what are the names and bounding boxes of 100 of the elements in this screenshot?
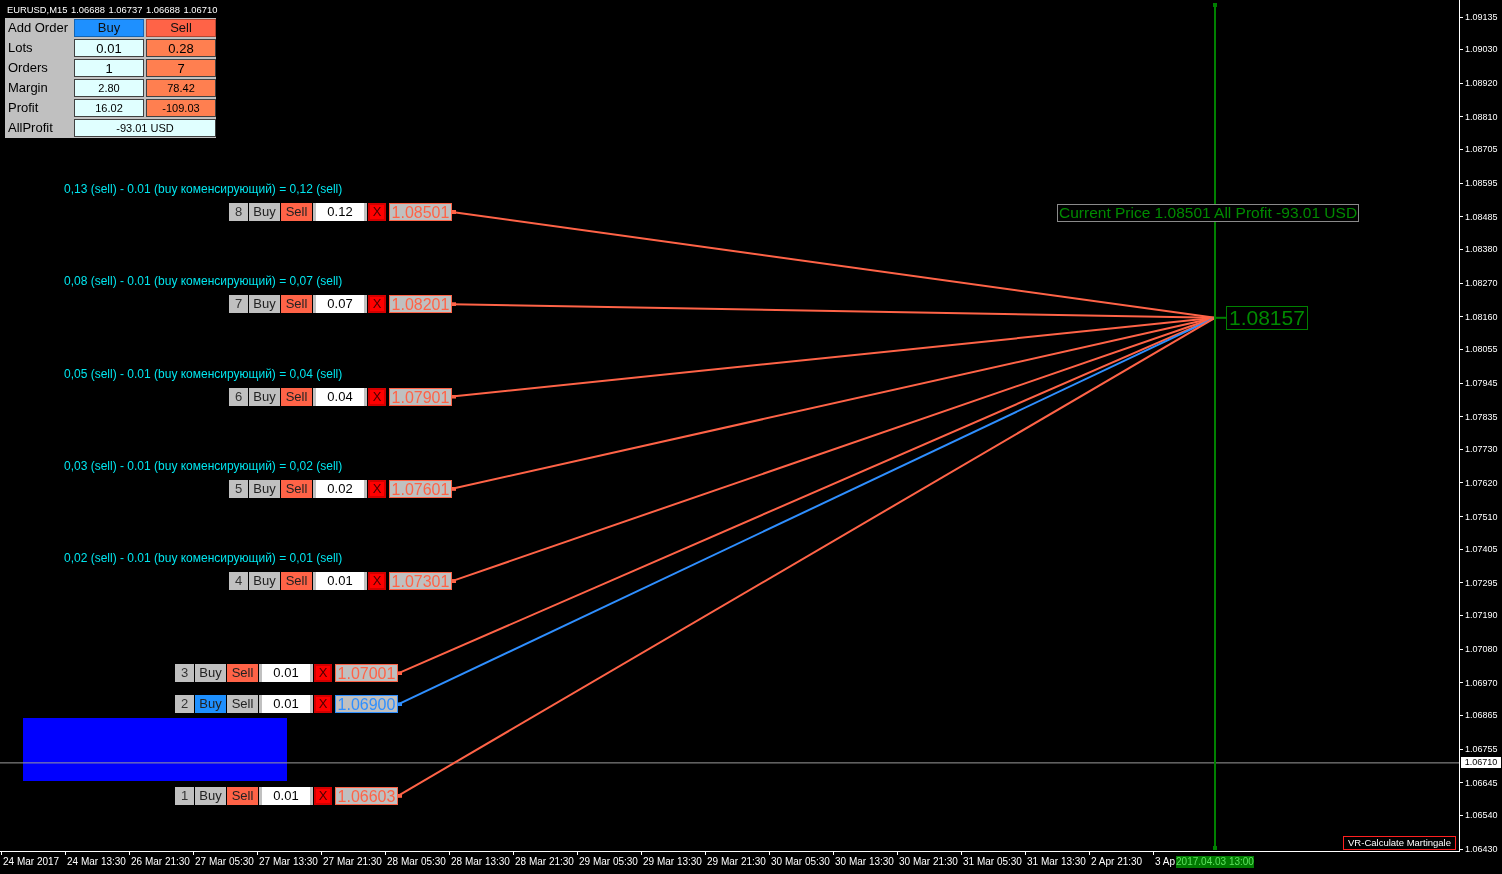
side-button[interactable]: Sell [281, 295, 312, 314]
side-button[interactable]: Sell [227, 664, 258, 683]
price-axis-label: 1.06865 [1465, 709, 1498, 722]
price-axis-label: 1.08595 [1465, 177, 1498, 190]
price-axis-label: 1.06645 [1465, 776, 1498, 789]
price-axis-label: 1.06755 [1465, 743, 1498, 756]
time-axis-label: 30 Mar 05:30 [771, 856, 830, 868]
order-caption: 0,05 (sell) - 0.01 (buy коменсирующий) = 0,04 (sell) [64, 366, 343, 381]
side-button[interactable]: Sell [227, 786, 258, 805]
close-button[interactable]: X [314, 664, 332, 683]
time-axis-label: 31 Mar 05:30 [963, 856, 1022, 868]
close-button[interactable]: X [314, 695, 332, 714]
side-button[interactable]: Buy [249, 295, 280, 314]
time-axis-label: 26 Mar 21:30 [131, 856, 190, 868]
price-axis-label: 1.08380 [1465, 243, 1498, 256]
order-number: 5 [229, 479, 248, 498]
add-order-button[interactable]: Sell [146, 19, 216, 37]
side-button[interactable]: Buy [195, 664, 226, 683]
order-price-label: 1.08501 [389, 203, 452, 221]
close-button[interactable]: X [368, 479, 386, 498]
time-axis-label: 27 Mar 21:30 [323, 856, 382, 868]
price-axis-label: 1.09030 [1465, 43, 1498, 56]
lots-field[interactable]: 0.01 [259, 695, 313, 714]
price-axis-label: 1.07620 [1465, 476, 1498, 489]
order-price-label: 1.07901 [389, 387, 452, 406]
order-number: 7 [229, 295, 248, 314]
current-price-label: 1.06710 [1461, 757, 1501, 769]
order-caption: 0,03 (sell) - 0.01 (buy коменсирующий) = 0,02 (sell) [64, 458, 343, 473]
side-button[interactable]: Buy [195, 786, 226, 805]
side-button[interactable]: Sell [227, 695, 258, 714]
add-order-button[interactable]: Buy [74, 19, 144, 37]
target-price-label: 1.08157 [1226, 305, 1308, 330]
lots-field[interactable]: 0.02 [313, 479, 367, 498]
time-axis-label: 27 Mar 13:30 [259, 856, 318, 868]
side-button[interactable]: Buy [249, 479, 280, 498]
lots-field[interactable]: 0.12 [313, 203, 367, 221]
side-button[interactable]: Sell [281, 203, 312, 221]
side-button[interactable]: Buy [195, 695, 226, 714]
panel-label: Add Order [7, 19, 69, 37]
price-axis-label: 1.07945 [1465, 377, 1498, 389]
price-axis-label: 1.07190 [1465, 609, 1498, 622]
panel-label: Lots [7, 39, 34, 57]
order-caption: 0,02 (sell) - 0.01 (buy коменсирующий) = 0,01 (sell) [64, 551, 343, 566]
order-price-label: 1.07601 [389, 479, 452, 498]
side-button[interactable]: Sell [281, 479, 312, 498]
order-number: 2 [175, 695, 194, 714]
time-axis-label: 29 Mar 05:30 [579, 856, 638, 868]
order-price-label: 1.07001 [335, 664, 398, 683]
side-button[interactable]: Buy [249, 572, 280, 591]
value-cell: 2.80 [74, 79, 144, 97]
time-axis-label: 28 Mar 05:30 [387, 856, 446, 868]
close-button[interactable]: X [368, 295, 386, 314]
side-button[interactable]: Sell [281, 387, 312, 406]
chart-title: EURUSD,M15 1.06688 1.06737 1.06688 1.06710 [7, 4, 218, 15]
value-cell: 16.02 [74, 99, 144, 117]
indicator-label: VR-Calculate Martingale [1343, 836, 1456, 850]
lots-field[interactable]: 0.01 [259, 664, 313, 683]
time-axis-label: 24 Mar 13:30 [67, 856, 126, 868]
order-price-label: 1.06900 [335, 695, 398, 714]
value-cell: 0.01 [74, 39, 144, 57]
order-price-label: 1.07301 [389, 572, 452, 591]
lots-field[interactable]: 0.01 [259, 786, 313, 805]
order-number: 8 [229, 203, 248, 221]
close-button[interactable]: X [314, 786, 332, 805]
order-caption: 0,08 (sell) - 0.01 (buy коменсирующий) = 0,07 (sell) [64, 274, 343, 289]
panel-label: Margin [7, 79, 49, 97]
time-axis-label: 31 Mar 13:30 [1027, 856, 1086, 868]
panel-label: AllProfit [7, 119, 54, 137]
time-axis-label: 29 Mar 21:30 [707, 856, 766, 868]
close-button[interactable]: X [368, 203, 386, 221]
close-button[interactable]: X [368, 387, 386, 406]
value-cell: 0.28 [146, 39, 216, 57]
value-cell: 7 [146, 59, 216, 77]
value-cell: -109.03 [146, 99, 216, 117]
time-axis-label: 28 Mar 13:30 [451, 856, 510, 868]
lots-field[interactable]: 0.07 [313, 295, 367, 314]
price-axis-label: 1.06970 [1465, 676, 1498, 689]
time-axis-label: 30 Mar 13:30 [835, 856, 894, 868]
price-axis-label: 1.07405 [1465, 543, 1498, 556]
time-axis-label: 2 Apr 21:30 [1091, 856, 1143, 868]
total-cell: -93.01 USD [74, 119, 216, 137]
price-axis-label: 1.08705 [1465, 143, 1498, 156]
lots-field[interactable]: 0.01 [313, 572, 367, 591]
close-button[interactable]: X [368, 572, 386, 591]
panel-label: Orders [7, 59, 49, 77]
side-button[interactable]: Buy [249, 387, 280, 406]
time-axis-label: 29 Mar 13:30 [643, 856, 702, 868]
order-number: 1 [175, 786, 194, 805]
price-axis-label: 1.07510 [1465, 510, 1498, 523]
order-number: 3 [175, 664, 194, 683]
price-axis-label: 1.08160 [1465, 310, 1498, 323]
price-axis-label: 1.08810 [1465, 110, 1498, 123]
price-axis-label: 1.07080 [1465, 643, 1498, 656]
time-axis-label: 28 Mar 21:30 [515, 856, 574, 868]
price-axis-label: 1.08920 [1465, 77, 1498, 90]
price-axis-label: 1.06540 [1465, 809, 1498, 822]
price-axis-label: 1.07730 [1465, 443, 1498, 456]
value-cell: 1 [74, 59, 144, 77]
lots-field[interactable]: 0.04 [313, 387, 367, 406]
side-button[interactable]: Sell [281, 572, 312, 591]
